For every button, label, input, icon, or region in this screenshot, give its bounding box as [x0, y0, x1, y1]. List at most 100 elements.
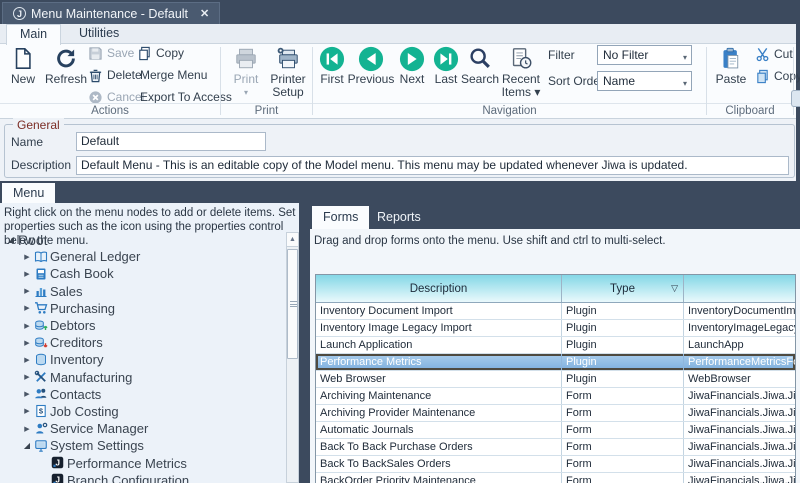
job-costing-icon: $: [34, 404, 50, 418]
export-to-access-label: Export To Access: [140, 90, 232, 104]
cut-button[interactable]: Cut: [755, 46, 793, 62]
tab-utilities[interactable]: Utilities: [66, 24, 132, 44]
column-header-description[interactable]: Description: [316, 275, 562, 302]
tree-item-contacts[interactable]: ▶Contacts: [0, 386, 286, 403]
column-header-type[interactable]: Type▽: [562, 275, 684, 302]
table-row-inventory-document-import[interactable]: Inventory Document ImportPluginInventory…: [316, 303, 795, 320]
expanded-arrow-icon[interactable]: ◢: [20, 441, 34, 450]
new-button[interactable]: New: [5, 46, 41, 86]
tree-item-system-settings[interactable]: ◢System Settings: [0, 437, 286, 454]
previous-button[interactable]: Previous: [346, 46, 396, 86]
collapsed-arrow-icon[interactable]: ▶: [20, 407, 34, 415]
scroll-up-arrow-icon[interactable]: ▲: [287, 233, 298, 247]
filter-label: Filter: [548, 48, 575, 62]
tab-main[interactable]: Main: [6, 24, 61, 45]
tree-item-root[interactable]: ◢Root: [0, 231, 286, 248]
merge-menu-button[interactable]: Merge Menu: [140, 67, 207, 83]
table-row-web-browser[interactable]: Web BrowserPluginWebBrowser: [316, 371, 795, 388]
first-record-icon: [316, 46, 348, 73]
clipped-ribbon-icon: [791, 90, 800, 107]
table-row-automatic-journals[interactable]: Automatic JournalsFormJiwaFinancials.Jiw…: [316, 422, 795, 439]
table-row-back-to-back-purchase-orders[interactable]: Back To Back Purchase OrdersFormJiwaFina…: [316, 439, 795, 456]
tree-item-label: Debtors: [50, 318, 96, 333]
tree-item-service-manager[interactable]: ▶Service Manager: [0, 420, 286, 437]
cell-description: Back To BackSales Orders: [316, 456, 562, 472]
description-input[interactable]: Default Menu - This is an editable copy …: [76, 156, 789, 175]
printer-setup-button[interactable]: Printer Setup: [267, 46, 309, 99]
table-row-archiving-provider-maintenance[interactable]: Archiving Provider MaintenanceFormJiwaFi…: [316, 405, 795, 422]
forms-grid-body: Inventory Document ImportPluginInventory…: [316, 303, 795, 483]
actions-group-label: Actions: [0, 103, 220, 117]
collapsed-arrow-icon[interactable]: ▶: [20, 304, 34, 312]
cell-class: InventoryDocumentImport: [684, 303, 796, 319]
paste-button[interactable]: Paste: [712, 46, 750, 86]
tree-item-sales[interactable]: ▶Sales: [0, 283, 286, 300]
last-button[interactable]: Last: [430, 46, 462, 86]
sort-order-label: Sort Order: [548, 74, 604, 88]
close-icon[interactable]: ✕: [200, 7, 209, 20]
copy-menu-button[interactable]: Copy: [137, 45, 184, 61]
next-button[interactable]: Next: [395, 46, 429, 86]
sort-order-value: Name: [603, 74, 635, 88]
collapsed-arrow-icon[interactable]: ▶: [20, 356, 34, 364]
filter-combobox[interactable]: No Filter ▾: [597, 45, 692, 65]
scrollbar-thumb[interactable]: [287, 249, 298, 359]
table-row-performance-metrics[interactable]: Performance MetricsPluginPerformanceMetr…: [316, 354, 795, 371]
tree-item-cash-book[interactable]: ▶Cash Book: [0, 265, 286, 282]
tree-item-label: Branch Configuration: [67, 473, 189, 483]
last-label: Last: [430, 73, 462, 86]
table-row-back-to-backsales-orders[interactable]: Back To BackSales OrdersFormJiwaFinancia…: [316, 456, 795, 473]
table-row-archiving-maintenance[interactable]: Archiving MaintenanceFormJiwaFinancials.…: [316, 388, 795, 405]
tree-item-debtors[interactable]: ▶ Debtors: [0, 317, 286, 334]
collapsed-arrow-icon[interactable]: ▶: [20, 373, 34, 381]
pane-splitter[interactable]: [299, 203, 310, 483]
copy-label: Copy: [774, 69, 800, 83]
document-tab-menu-maintenance[interactable]: J Menu Maintenance - Default ✕: [2, 2, 220, 24]
collapsed-arrow-icon[interactable]: ▶: [20, 270, 34, 278]
print-button[interactable]: Print ▾: [228, 46, 264, 99]
tree-item-branch-configuration[interactable]: JBranch Configuration: [0, 472, 286, 483]
search-button[interactable]: Search: [459, 46, 501, 86]
tab-reports[interactable]: Reports: [366, 206, 432, 229]
tree-item-inventory[interactable]: ▶Inventory: [0, 351, 286, 368]
tree-scrollbar[interactable]: ▲: [286, 232, 299, 483]
cell-description: Back To Back Purchase Orders: [316, 439, 562, 455]
save-button[interactable]: Save: [88, 45, 134, 61]
sales-icon: [34, 284, 50, 298]
collapsed-arrow-icon[interactable]: ▶: [20, 322, 34, 330]
table-row-launch-application[interactable]: Launch ApplicationPluginLaunchApp: [316, 337, 795, 354]
cell-type: Plugin: [562, 337, 684, 353]
collapsed-arrow-icon[interactable]: ▶: [20, 253, 34, 261]
forms-instructions: Drag and drop forms onto the menu. Use s…: [314, 234, 794, 248]
tree-item-label: Job Costing: [50, 404, 119, 419]
forms-grid: Description Type▽ Inventory Document Imp…: [315, 274, 796, 483]
column-header-class[interactable]: [684, 275, 796, 302]
scrollbar-grip: [290, 301, 297, 307]
tree-item-performance-metrics[interactable]: JPerformance Metrics: [0, 454, 286, 471]
collapsed-arrow-icon[interactable]: ▶: [20, 339, 34, 347]
delete-button[interactable]: Delete: [88, 67, 142, 83]
forms-pane: Forms Reports Drag and drop forms onto t…: [310, 203, 800, 483]
contacts-icon: [34, 387, 50, 401]
collapsed-arrow-icon[interactable]: ▶: [20, 425, 34, 433]
collapsed-arrow-icon[interactable]: ▶: [20, 287, 34, 295]
refresh-button[interactable]: Refresh: [43, 46, 89, 86]
expanded-arrow-icon[interactable]: ◢: [4, 235, 18, 244]
tree-item-job-costing[interactable]: ▶$Job Costing: [0, 403, 286, 420]
table-row-inventory-image-legacy-import[interactable]: Inventory Image Legacy ImportPluginInven…: [316, 320, 795, 337]
save-icon: [88, 46, 103, 61]
cut-label: Cut: [774, 47, 793, 61]
first-button[interactable]: First: [316, 46, 348, 86]
tab-forms[interactable]: Forms: [312, 206, 369, 229]
tree-item-creditors[interactable]: ▶Creditors: [0, 334, 286, 351]
tab-menu[interactable]: Menu: [2, 183, 55, 203]
table-row-backorder-priority-maintenance[interactable]: BackOrder Priority MaintenanceFormJiwaFi…: [316, 473, 795, 483]
next-label: Next: [395, 73, 429, 86]
tree-item-purchasing[interactable]: ▶Purchasing: [0, 300, 286, 317]
tree-item-general-ledger[interactable]: ▶General Ledger: [0, 248, 286, 265]
tree-item-manufacturing[interactable]: ▶Manufacturing: [0, 369, 286, 386]
sort-order-combobox[interactable]: Name ▾: [597, 71, 692, 91]
collapsed-arrow-icon[interactable]: ▶: [20, 390, 34, 398]
recent-items-button[interactable]: Recent Items ▾: [499, 46, 543, 99]
name-input[interactable]: Default: [76, 132, 266, 151]
